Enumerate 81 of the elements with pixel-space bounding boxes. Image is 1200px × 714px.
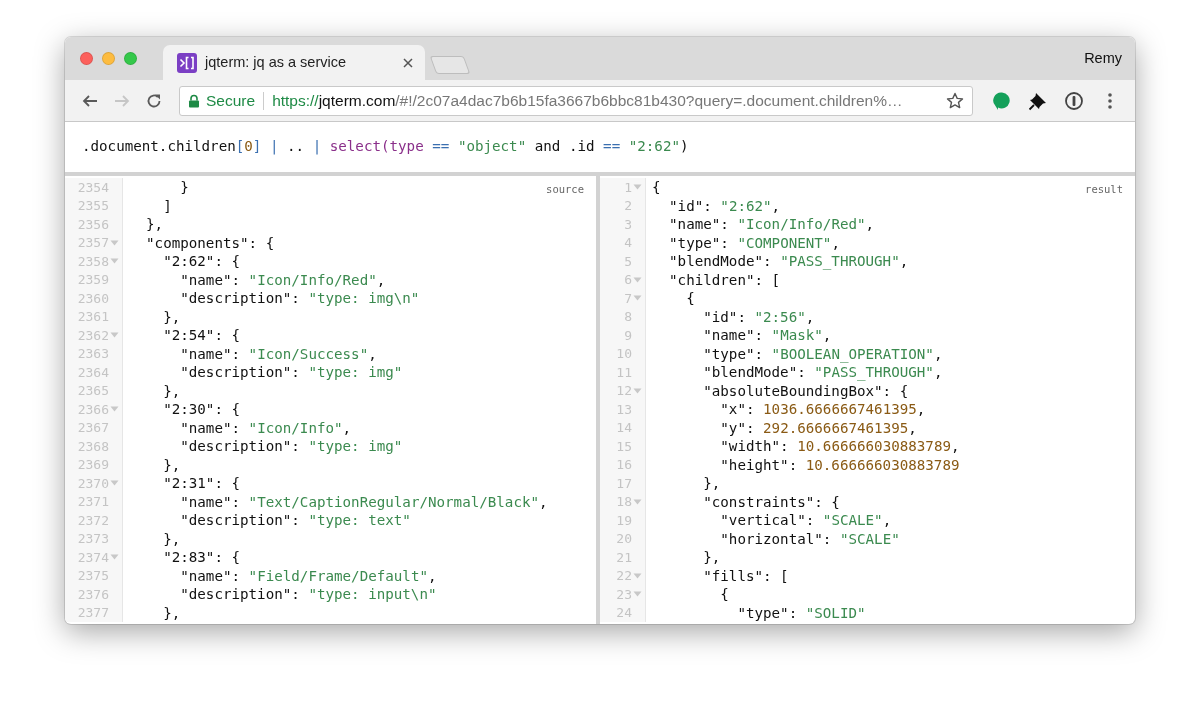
- code-line: },: [702, 548, 721, 567]
- code-line: "description": "type: img": [179, 363, 403, 382]
- lock-icon: [188, 93, 200, 108]
- code-line: {: [651, 178, 661, 197]
- zoom-button[interactable]: [124, 52, 137, 65]
- code-line: "type": "SOLID": [736, 603, 866, 622]
- profile-name[interactable]: Remy: [1084, 47, 1122, 70]
- fold-arrow-icon[interactable]: [110, 332, 119, 339]
- code-line: },: [702, 474, 721, 493]
- fold-arrow-icon[interactable]: [110, 480, 119, 487]
- code-line: "constraints": {: [702, 492, 840, 511]
- code-line: {: [719, 585, 729, 604]
- code-line: "blendMode": "PASS_THROUGH",: [668, 252, 909, 271]
- close-button[interactable]: [80, 52, 93, 65]
- code-line: "name": "Icon/Info",: [179, 418, 352, 437]
- code-line: "name": "Field/Frame/Default",: [179, 566, 437, 585]
- code-line: "height": 10.666666030883789: [719, 455, 960, 474]
- code-line: "2:62": {: [162, 252, 241, 271]
- minimize-button[interactable]: [102, 52, 115, 65]
- fold-arrow-icon[interactable]: [110, 258, 119, 265]
- speech-bubble-icon[interactable]: [992, 90, 1012, 111]
- code-line: },: [162, 455, 181, 474]
- code-line: "absoluteBoundingBox": {: [702, 381, 909, 400]
- code-line: "2:54": {: [162, 326, 241, 345]
- code-line: "y": 292.6666667461395,: [719, 418, 917, 437]
- code-line: "name": "Icon/Success",: [179, 344, 377, 363]
- code-line: "2:31": {: [162, 474, 241, 493]
- code-line: "name": "Icon/Info/Red",: [668, 215, 875, 234]
- fold-arrow-icon[interactable]: [110, 406, 119, 413]
- fold-arrow-icon[interactable]: [633, 276, 642, 283]
- code-line: "x": 1036.6666667461395,: [719, 400, 926, 419]
- query-input[interactable]: .document.children[0] | .. | select(type == "object" and .id == "2:62"): [82, 136, 689, 158]
- fold-arrow-icon[interactable]: [110, 554, 119, 561]
- code-line: "type": "COMPONENT",: [668, 233, 840, 252]
- code-line: "horizontal": "SCALE": [719, 529, 900, 548]
- code-line: "2:83": {: [162, 548, 241, 567]
- fold-arrow-icon[interactable]: [633, 498, 642, 505]
- code-line: "description": "type: text": [179, 511, 411, 530]
- site-favicon-icon: [177, 52, 197, 73]
- code-line: "name": "Mask",: [702, 326, 832, 345]
- bookmark-star-icon[interactable]: [946, 91, 964, 110]
- pane-label: source: [546, 182, 584, 197]
- fold-arrow-icon[interactable]: [633, 295, 642, 302]
- code-line: "components": {: [145, 233, 275, 252]
- code-line: ]: [162, 196, 172, 215]
- code-line: },: [162, 603, 181, 622]
- code-line: "name": "Text/CaptionRegular/Normal/Black",: [179, 492, 548, 511]
- code-line: "name": "Icon/Info/Red",: [179, 270, 386, 289]
- code-line: "vertical": "SCALE",: [719, 511, 892, 530]
- tab-close-icon[interactable]: [403, 57, 413, 68]
- code-line: "width": 10.666666030883789,: [719, 437, 960, 456]
- code-line: "blendMode": "PASS_THROUGH",: [702, 363, 943, 382]
- code-line: "id": "2:62",: [668, 196, 781, 215]
- url-text[interactable]: https://jqterm.com/#!/2c07a4dac7b6b15fa3667b6bbc81b430?query=.document.children%…: [272, 88, 940, 113]
- code-line: "children": [: [668, 270, 781, 289]
- fold-arrow-icon[interactable]: [633, 387, 642, 394]
- code-line: }: [179, 178, 189, 197]
- new-tab-button[interactable]: [429, 56, 471, 74]
- code-line: "fills": [: [702, 566, 789, 585]
- keyhole-circle-icon[interactable]: [1064, 90, 1084, 111]
- code-line: },: [145, 215, 164, 234]
- pane-label: result: [1085, 182, 1123, 197]
- code-line: },: [162, 381, 181, 400]
- browser-tab[interactable]: jqterm: jq as a service: [163, 45, 425, 80]
- code-line: "description": "type: img\n": [179, 289, 420, 308]
- code-line: },: [162, 307, 181, 326]
- security-label: Secure: [206, 90, 256, 111]
- fold-arrow-icon[interactable]: [633, 184, 642, 191]
- code-line: },: [162, 529, 181, 548]
- address-bar[interactable]: Secure https://jqterm.com/#!/2c07a4dac7b6b15fa3667b6bbc81b430?query=.document.children%…: [179, 85, 973, 116]
- code-line: "description": "type: img": [179, 437, 403, 456]
- fold-arrow-icon[interactable]: [633, 572, 642, 579]
- code-line: "type": "BOOLEAN_OPERATION",: [702, 344, 943, 363]
- fold-arrow-icon[interactable]: [110, 239, 119, 246]
- code-line: {: [685, 289, 695, 308]
- code-line: "id": "2:56",: [702, 307, 815, 326]
- menu-icon[interactable]: [1107, 91, 1113, 110]
- code-line: "description": "type: input\n": [179, 585, 437, 604]
- fold-arrow-icon[interactable]: [633, 591, 642, 598]
- pushpin-icon[interactable]: [1028, 90, 1048, 111]
- code-line: "2:30": {: [162, 400, 241, 419]
